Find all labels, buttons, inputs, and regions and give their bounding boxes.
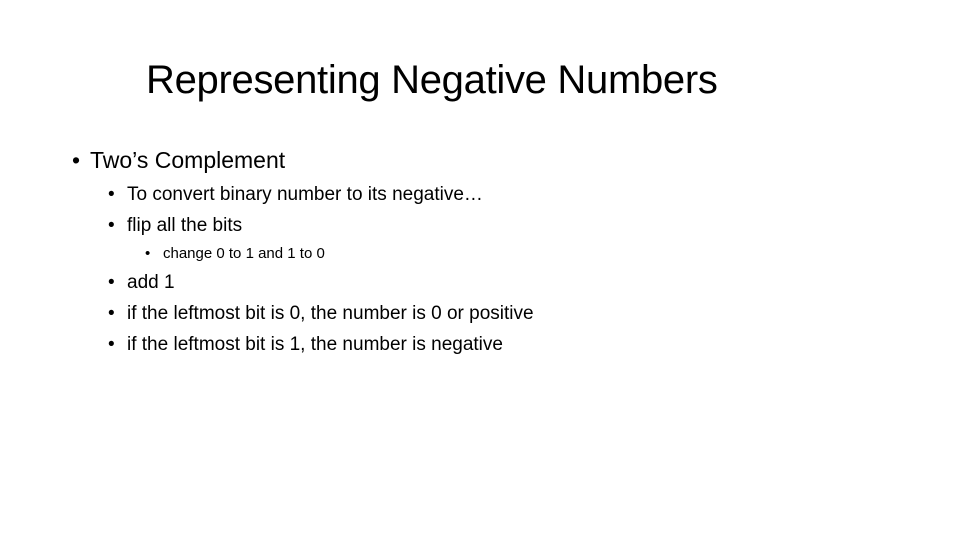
bullet-item-level3: • change 0 to 1 and 1 to 0 bbox=[145, 245, 325, 262]
bullet-icon: • bbox=[72, 147, 81, 173]
bullet-icon: • bbox=[108, 184, 115, 205]
bullet-item-level1: • Two’s Complement bbox=[72, 147, 285, 174]
bullet-icon: • bbox=[145, 245, 151, 262]
bullet-item-level2: • flip all the bits bbox=[108, 215, 242, 237]
bullet-icon: • bbox=[108, 272, 115, 293]
bullet-text: Two’s Complement bbox=[90, 147, 286, 173]
bullet-icon: • bbox=[108, 303, 115, 324]
bullet-text: if the leftmost bit is 0, the number is … bbox=[127, 303, 534, 324]
slide-title: Representing Negative Numbers bbox=[146, 58, 718, 102]
bullet-text: change 0 to 1 and 1 to 0 bbox=[163, 245, 325, 262]
bullet-item-level2: • if the leftmost bit is 0, the number i… bbox=[108, 303, 534, 325]
bullet-icon: • bbox=[108, 215, 115, 236]
bullet-text: flip all the bits bbox=[127, 215, 243, 236]
bullet-item-level2: • add 1 bbox=[108, 272, 175, 294]
bullet-item-level2: • if the leftmost bit is 1, the number i… bbox=[108, 334, 503, 356]
bullet-item-level2: • To convert binary number to its negati… bbox=[108, 184, 483, 206]
bullet-text: if the leftmost bit is 1, the number is … bbox=[127, 334, 503, 355]
bullet-icon: • bbox=[108, 334, 115, 355]
bullet-text: To convert binary number to its negative… bbox=[127, 184, 483, 205]
bullet-text: add 1 bbox=[127, 272, 175, 293]
